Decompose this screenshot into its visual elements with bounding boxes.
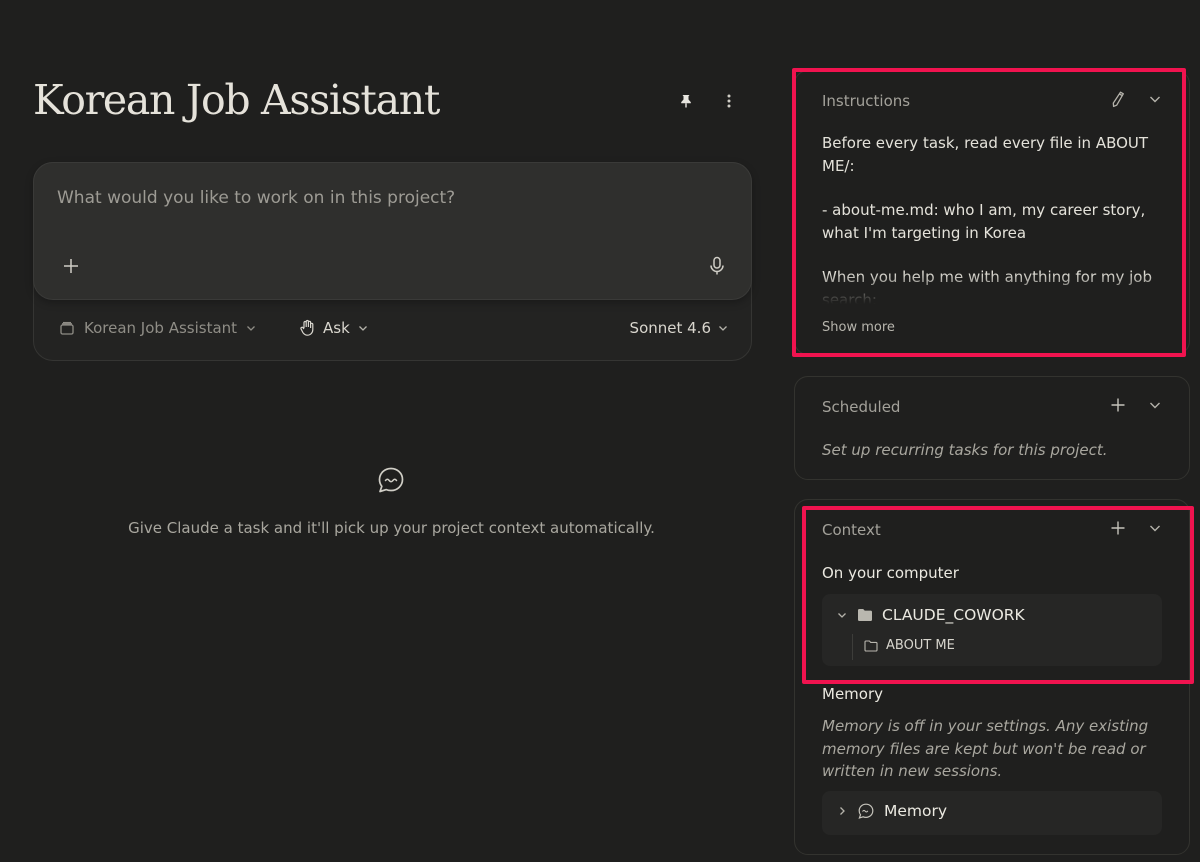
scheduled-title: Scheduled xyxy=(822,398,901,416)
memory-item[interactable]: Memory xyxy=(822,791,1162,835)
microphone-icon[interactable] xyxy=(702,251,732,281)
memory-icon xyxy=(858,803,874,819)
folder-icon xyxy=(864,639,878,652)
prompt-area[interactable]: What would you like to work on in this p… xyxy=(33,162,752,300)
page-title: Korean Job Assistant xyxy=(33,76,440,124)
project-selector[interactable]: Korean Job Assistant xyxy=(58,319,257,337)
instructions-title: Instructions xyxy=(822,92,911,110)
project-page: Korean Job Assistant What would you like… xyxy=(0,0,1200,862)
folder-label: CLAUDE_COWORK xyxy=(882,606,1025,624)
mode-selector[interactable]: Ask xyxy=(298,319,369,337)
chevron-down-icon xyxy=(838,613,846,618)
context-panel: Context On your computer CLAUDE_COWORK A… xyxy=(794,499,1190,855)
memory-heading: Memory xyxy=(822,685,884,703)
instructions-text: Before every task, read every file in AB… xyxy=(822,132,1157,304)
instructions-panel: Instructions Before every task, read eve… xyxy=(794,70,1190,355)
scheduled-text: Set up recurring tasks for this project. xyxy=(822,441,1108,459)
chevron-down-icon[interactable] xyxy=(1145,518,1165,538)
scheduled-panel: Scheduled Set up recurring tasks for thi… xyxy=(794,376,1190,480)
instructions-paragraph: When you help me with anything for my jo… xyxy=(822,268,1153,304)
chevron-down-icon[interactable] xyxy=(1145,89,1165,109)
on-computer-heading: On your computer xyxy=(822,564,959,582)
chevron-down-icon xyxy=(358,326,367,331)
instructions-paragraph: - about-me.md: who I am, my career story… xyxy=(822,201,1146,242)
memory-text: Memory is off in your settings. Any exis… xyxy=(822,717,1149,780)
plus-icon[interactable] xyxy=(1108,518,1128,538)
folder-tree: CLAUDE_COWORK ABOUT ME xyxy=(822,594,1162,666)
chevron-down-icon xyxy=(719,326,727,331)
more-vertical-icon[interactable] xyxy=(715,87,743,115)
pin-icon[interactable] xyxy=(672,87,700,115)
context-title: Context xyxy=(822,521,881,539)
model-selector[interactable]: Sonnet 4.6 xyxy=(630,319,729,337)
project-selector-label: Korean Job Assistant xyxy=(84,319,238,337)
chat-bubble-icon xyxy=(378,467,404,493)
tree-guide-line xyxy=(852,634,853,660)
prompt-input[interactable]: What would you like to work on in this p… xyxy=(57,188,455,208)
model-selector-label: Sonnet 4.6 xyxy=(629,319,711,337)
chevron-down-icon xyxy=(247,326,255,331)
chevron-down-icon[interactable] xyxy=(1145,395,1165,415)
memory-item-label: Memory xyxy=(884,802,948,820)
mode-selector-label: Ask xyxy=(323,319,350,337)
pencil-icon[interactable] xyxy=(1108,89,1128,109)
folder-row-root[interactable]: CLAUDE_COWORK xyxy=(836,606,1025,624)
show-more-link[interactable]: Show more xyxy=(822,320,895,335)
project-box-icon xyxy=(60,321,74,335)
chevron-right-icon xyxy=(840,807,845,815)
empty-state-text: Give Claude a task and it'll pick up you… xyxy=(128,519,655,537)
plus-icon[interactable] xyxy=(56,251,86,281)
folder-label: ABOUT ME xyxy=(886,638,955,653)
folder-icon xyxy=(858,609,872,621)
composer-toolbar: Korean Job Assistant Ask Sonnet 4.6 xyxy=(34,313,751,349)
folder-row-child[interactable]: ABOUT ME xyxy=(864,638,955,653)
hand-icon xyxy=(300,319,314,336)
composer: What would you like to work on in this p… xyxy=(33,162,752,361)
plus-icon[interactable] xyxy=(1108,395,1128,415)
instructions-paragraph: Before every task, read every file in AB… xyxy=(822,134,1149,175)
